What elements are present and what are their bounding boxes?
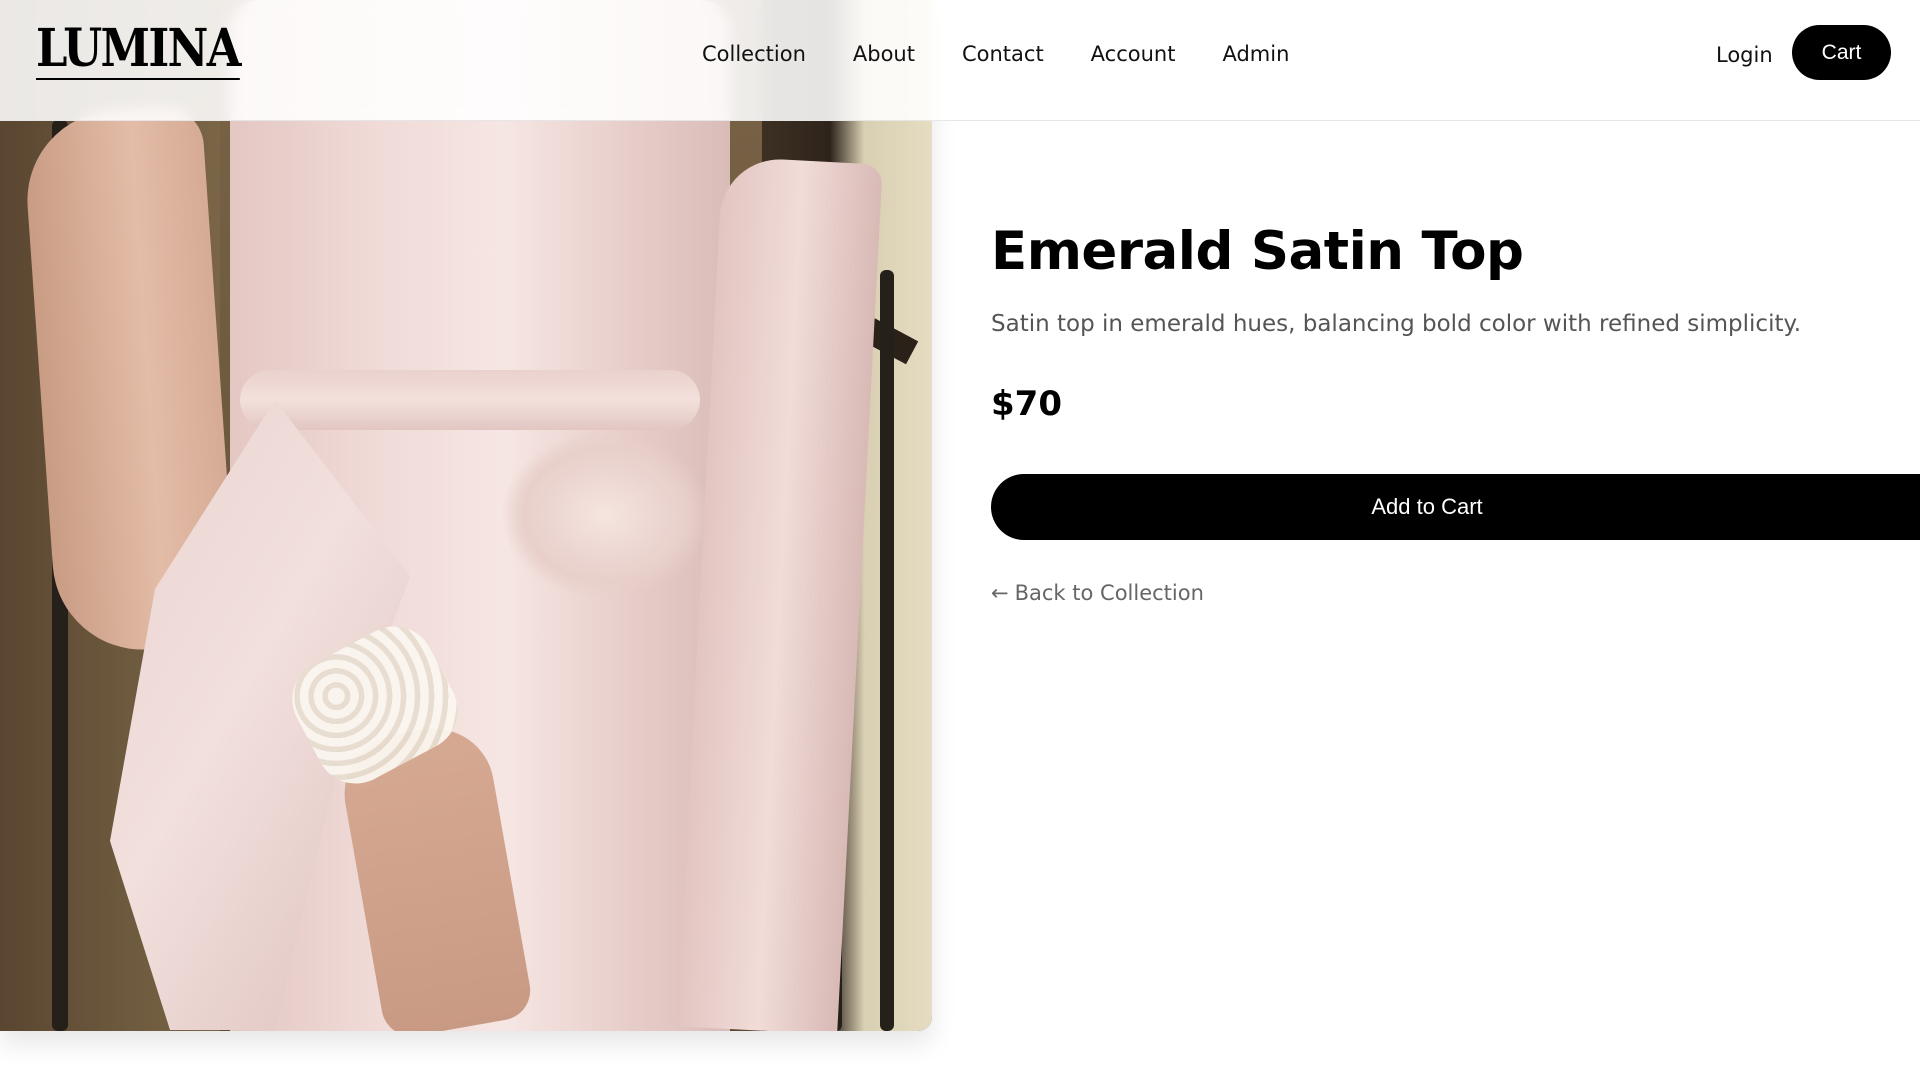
back-link-label: Back to Collection	[1014, 581, 1204, 605]
nav-item-account[interactable]: Account	[1091, 41, 1176, 67]
product-title: Emerald Satin Top	[991, 221, 1524, 282]
product-description: Satin top in emerald hues, balancing bol…	[991, 311, 1802, 337]
brand-logo[interactable]: LUMINA	[36, 18, 241, 80]
back-to-collection-link[interactable]: ← Back to Collection	[991, 580, 1204, 606]
nav-item-about[interactable]: About	[853, 41, 915, 67]
product-price: $70	[991, 384, 1062, 424]
add-to-cart-button[interactable]: Add to Cart	[991, 474, 1920, 540]
image-waist	[240, 370, 700, 430]
main-nav: Collection About Contact Account Admin	[702, 41, 1289, 67]
nav-item-collection[interactable]: Collection	[702, 41, 806, 67]
product-image	[0, 0, 932, 1031]
login-link[interactable]: Login	[1716, 42, 1773, 68]
image-baluster	[880, 270, 894, 1031]
cart-button[interactable]: Cart	[1792, 25, 1891, 80]
nav-item-contact[interactable]: Contact	[962, 41, 1044, 67]
arrow-left-icon: ←	[991, 581, 1009, 605]
image-embroidery	[500, 430, 710, 600]
nav-item-admin[interactable]: Admin	[1222, 41, 1289, 67]
site-header: LUMINA Collection About Contact Account …	[0, 0, 1920, 121]
